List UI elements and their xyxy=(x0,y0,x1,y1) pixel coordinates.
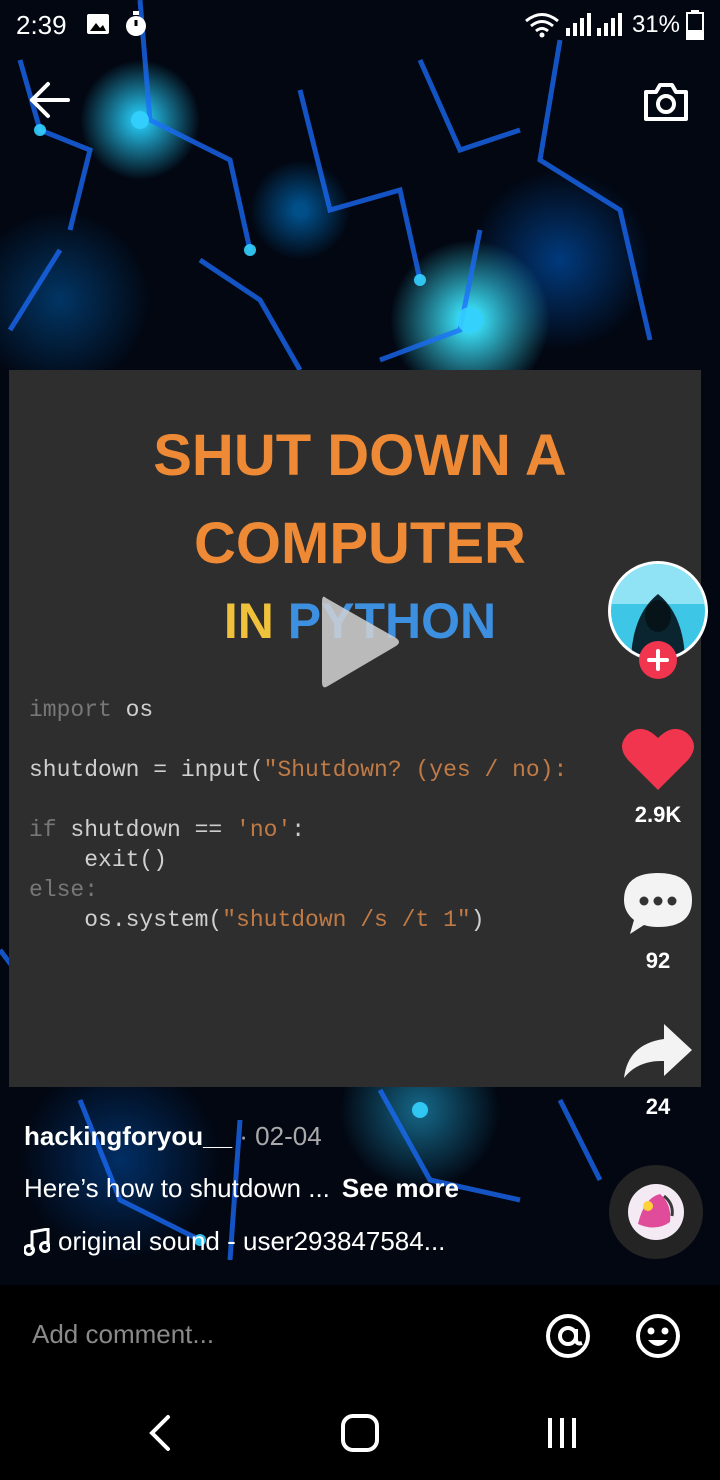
recents-nav-icon[interactable] xyxy=(544,1415,580,1451)
code-text: shutdown = input( xyxy=(29,757,264,783)
comment-count: 92 xyxy=(645,948,671,973)
code-keyword: else: xyxy=(29,877,99,903)
post-author-row: hackingforyou__ · 02-04 xyxy=(24,1121,322,1152)
code-text: os.system( xyxy=(29,907,223,933)
home-nav-icon[interactable] xyxy=(340,1413,380,1453)
signal-icon xyxy=(566,13,622,36)
code-line-1: import os xyxy=(29,697,153,723)
back-arrow-icon[interactable] xyxy=(28,80,72,120)
share-arrow-icon[interactable] xyxy=(622,1022,694,1080)
code-line-3: if shutdown == 'no': xyxy=(29,817,305,843)
status-time: 2:39 xyxy=(16,10,67,40)
battery-percent: 31% xyxy=(631,11,680,38)
code-keyword: if xyxy=(29,817,57,843)
camera-icon[interactable] xyxy=(642,82,690,122)
see-more-link[interactable]: See more xyxy=(342,1173,459,1203)
sound-row[interactable]: original sound - user293847584... xyxy=(24,1226,445,1257)
share-count: 24 xyxy=(645,1094,671,1119)
music-disc-icon[interactable] xyxy=(608,1164,704,1260)
add-comment-input[interactable]: Add comment... xyxy=(32,1319,214,1350)
emoji-icon[interactable] xyxy=(634,1312,682,1360)
system-navigation-bar xyxy=(0,1385,720,1480)
code-string: "Shutdown? (yes / no): xyxy=(263,757,568,783)
code-string: 'no' xyxy=(236,817,292,843)
code-line-5: else: xyxy=(29,877,98,903)
follow-plus-icon[interactable] xyxy=(638,640,678,680)
caption-text: Here’s how to shutdown ... xyxy=(24,1173,330,1203)
code-line-6: os.system("shutdown /s /t 1") xyxy=(29,907,485,933)
code-text: : xyxy=(291,817,306,843)
music-note-icon xyxy=(24,1227,50,1256)
comment-bar: Add comment... xyxy=(0,1285,720,1385)
code-line-2: shutdown = input("Shutdown? (yes / no): xyxy=(29,757,567,783)
mention-icon[interactable] xyxy=(544,1312,592,1360)
sound-name: original sound - user293847584... xyxy=(58,1226,446,1256)
battery-icon xyxy=(686,10,704,40)
code-string: "shutdown /s /t 1" xyxy=(222,907,471,933)
video-title-line1: SHUT DOWN A xyxy=(153,423,567,488)
code-line-4: exit() xyxy=(29,847,168,873)
post-date: · 02-04 xyxy=(232,1121,322,1151)
like-count: 2.9K xyxy=(634,802,682,827)
post-caption: Here’s how to shutdown ... See more xyxy=(24,1173,459,1204)
back-nav-icon[interactable] xyxy=(144,1413,174,1453)
author-username[interactable]: hackingforyou__ xyxy=(24,1121,232,1151)
gallery-icon xyxy=(87,14,109,34)
code-text: os xyxy=(111,697,154,723)
status-bar: 2:39 31% xyxy=(0,0,720,50)
wifi-icon xyxy=(525,13,559,38)
play-icon[interactable] xyxy=(318,590,402,694)
comment-icon[interactable] xyxy=(622,870,694,936)
timer-icon xyxy=(126,11,146,36)
code-text: ) xyxy=(470,907,485,933)
title-in: IN xyxy=(223,593,274,649)
code-keyword: import xyxy=(29,697,112,723)
heart-icon[interactable] xyxy=(620,724,696,792)
code-text: shutdown == xyxy=(56,817,237,843)
